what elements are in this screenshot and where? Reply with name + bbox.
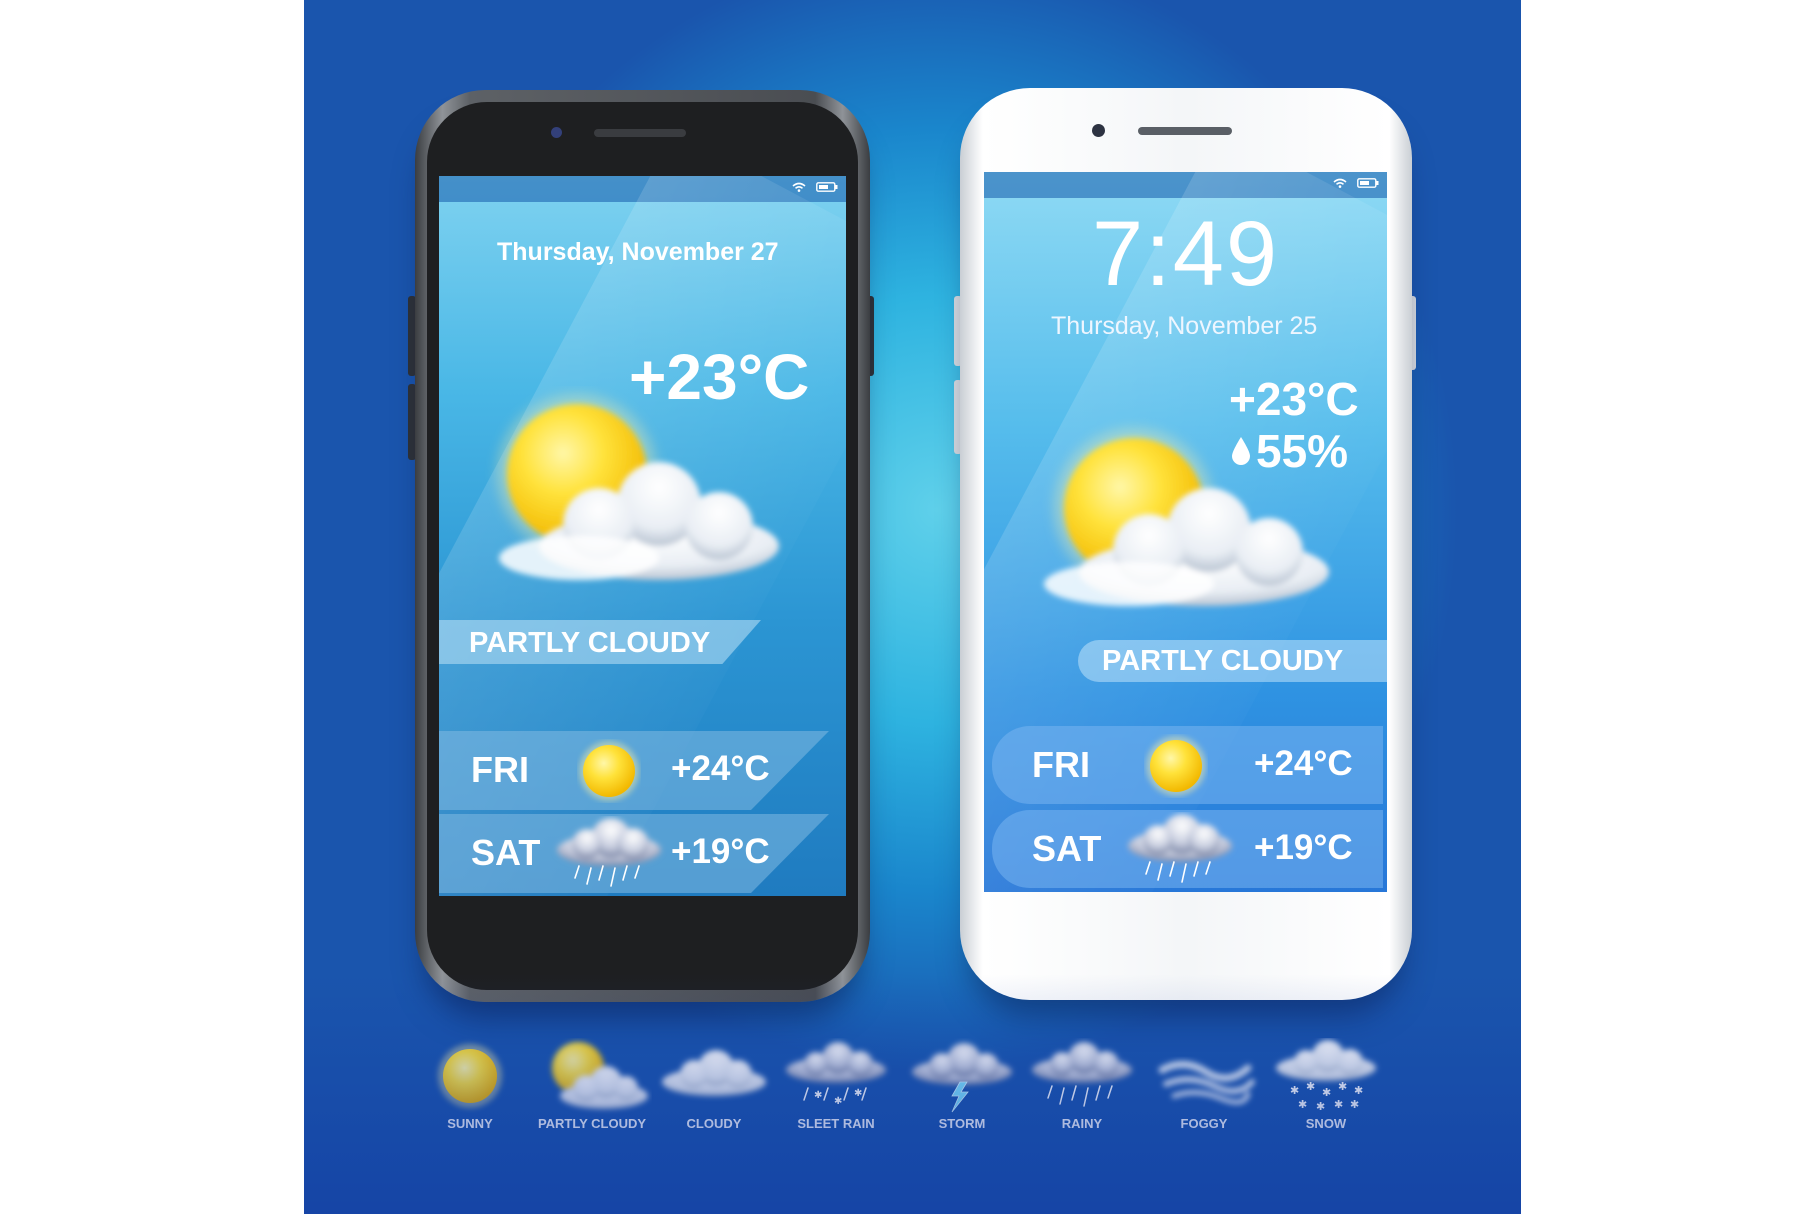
dark-phone-screen: Thursday, November 27 +23°C PARTLY CLOUD… bbox=[439, 176, 846, 896]
svg-text:✱: ✱ bbox=[1354, 1084, 1363, 1097]
svg-text:✱: ✱ bbox=[1338, 1080, 1347, 1093]
svg-text:✱: ✱ bbox=[1298, 1098, 1307, 1111]
status-bar bbox=[792, 182, 838, 192]
legend-label-sleet-rain: SLEET RAIN bbox=[797, 1116, 875, 1131]
svg-text:✱: ✱ bbox=[1290, 1084, 1299, 1097]
forecast-day: SAT bbox=[471, 832, 541, 873]
wifi-icon bbox=[792, 182, 806, 192]
forecast-row: SAT +19°C bbox=[992, 810, 1383, 888]
white-phone-screen: 7:49 Thursday, November 25 +23°C 55% PAR… bbox=[984, 172, 1387, 892]
wifi-icon bbox=[1333, 178, 1347, 188]
forecast-temperature: +24°C bbox=[671, 749, 770, 788]
legend-label-partly-cloudy: PARTLY CLOUDY bbox=[537, 1116, 647, 1131]
sunny-icon bbox=[1146, 736, 1206, 796]
forecast-row: FRI +24°C bbox=[439, 731, 829, 810]
svg-text:✱: ✱ bbox=[1350, 1098, 1359, 1111]
legend-label-foggy: FOGGY bbox=[1180, 1116, 1228, 1131]
sunny-icon bbox=[438, 1044, 502, 1108]
poster-background: Thursday, November 27 +23°C PARTLY CLOUD… bbox=[304, 0, 1521, 1214]
snow-icon: ✱ ✱ ✱ ✱ ✱ ✱ ✱ ✱ ✱ bbox=[1276, 1040, 1376, 1113]
battery-icon bbox=[1357, 178, 1379, 188]
status-bar bbox=[1333, 178, 1379, 188]
forecast-row: SAT +19°C bbox=[439, 814, 829, 893]
white-phone-speaker bbox=[1138, 127, 1232, 135]
sleet-rain-icon: ✱ ✱ ✱ bbox=[786, 1042, 886, 1107]
forecast-day: FRI bbox=[1032, 744, 1090, 785]
storm-icon bbox=[912, 1043, 1012, 1113]
rainy-icon bbox=[557, 818, 661, 887]
forecast-temperature: +19°C bbox=[671, 832, 770, 871]
partly-cloudy-icon bbox=[1044, 428, 1329, 606]
forecast-row: FRI +24°C bbox=[992, 726, 1383, 804]
forecast-day: FRI bbox=[471, 749, 529, 790]
legend-label-sunny: SUNNY bbox=[447, 1116, 493, 1131]
clock-time: 7:49 bbox=[1092, 203, 1280, 305]
legend-label-rainy: RAINY bbox=[1061, 1116, 1103, 1131]
legend-label-snow: SNOW bbox=[1305, 1116, 1347, 1131]
rainy-icon bbox=[1128, 814, 1232, 883]
foggy-icon bbox=[1158, 1061, 1255, 1105]
cloud-icon bbox=[662, 1050, 766, 1096]
battery-icon bbox=[816, 182, 838, 192]
partly-cloudy-icon bbox=[552, 1042, 648, 1109]
date-label: Thursday, November 25 bbox=[1051, 312, 1318, 340]
condition-banner: PARTLY CLOUDY bbox=[1078, 640, 1387, 682]
forecast-day: SAT bbox=[1032, 828, 1102, 869]
svg-text:✱: ✱ bbox=[1334, 1098, 1343, 1111]
legend-label-cloudy: CLOUDY bbox=[686, 1116, 742, 1131]
partly-cloudy-icon bbox=[497, 394, 779, 580]
legend-label-storm: STORM bbox=[938, 1116, 986, 1131]
dark-phone-speaker bbox=[594, 129, 686, 137]
forecast-temperature: +19°C bbox=[1254, 828, 1353, 867]
date-label: Thursday, November 27 bbox=[497, 238, 779, 266]
sunny-icon bbox=[579, 741, 639, 801]
rainy-icon bbox=[1032, 1042, 1132, 1107]
condition-banner: PARTLY CLOUDY bbox=[439, 620, 761, 664]
svg-text:✱: ✱ bbox=[814, 1090, 822, 1101]
forecast-temperature: +24°C bbox=[1254, 744, 1353, 783]
svg-text:✱: ✱ bbox=[1316, 1100, 1325, 1113]
svg-text:✱: ✱ bbox=[834, 1096, 842, 1107]
dark-phone-camera bbox=[551, 127, 562, 138]
svg-text:✱: ✱ bbox=[1322, 1086, 1331, 1099]
svg-text:✱: ✱ bbox=[1306, 1080, 1315, 1093]
svg-text:✱: ✱ bbox=[854, 1088, 862, 1099]
white-phone-camera bbox=[1092, 124, 1105, 137]
